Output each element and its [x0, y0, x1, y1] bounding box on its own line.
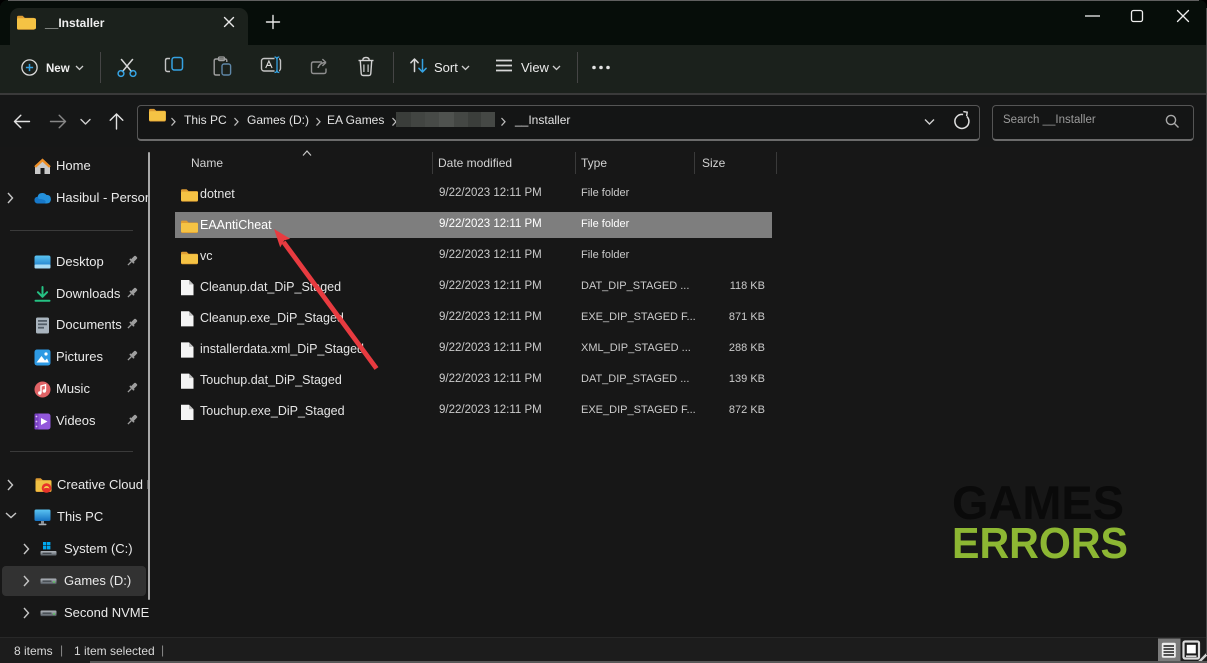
svg-text:ERRORS: ERRORS [952, 519, 1128, 568]
